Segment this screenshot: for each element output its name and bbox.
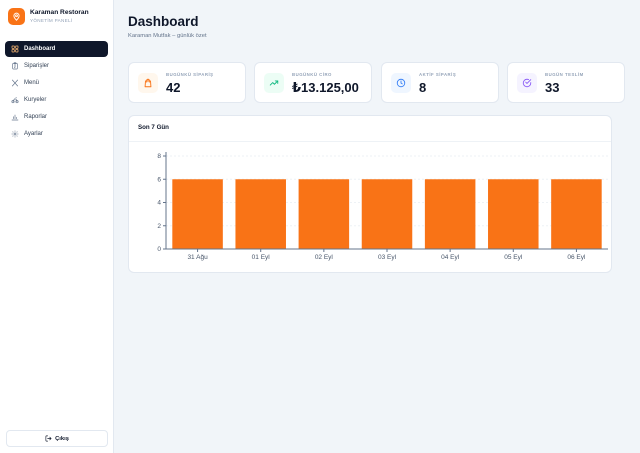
chart-card: Son 7 Gün 0 2 4 6 8 31 Ağu 01 Eyl 02 Eyl 03 Eyl 0…: [128, 115, 612, 273]
page-title: Dashboard: [128, 14, 199, 29]
chart-bar: [424, 179, 476, 249]
stat-label: AKTİF SİPARİŞ: [419, 72, 457, 77]
sidebar-item-label: Raporlar: [24, 114, 48, 120]
main-content: Dashboard Karaman Mutfak – günlük özet B…: [114, 0, 640, 453]
stat-card-delivered: BUGÜN TESLİM 33: [507, 62, 625, 103]
stat-value: 33: [545, 80, 560, 95]
shopping-bag-icon: [138, 73, 158, 93]
stat-card-active-orders: AKTİF SİPARİŞ 8: [381, 62, 499, 103]
brand-name: Karaman Restoran: [30, 9, 89, 16]
gear-icon: [10, 130, 19, 139]
brand[interactable]: Karaman Restoran YÖNETİM PANELİ: [8, 8, 89, 25]
chart-bar: [488, 179, 539, 249]
chart-bar: [551, 179, 602, 249]
page-subtitle: Karaman Mutfak – günlük özet: [128, 33, 207, 39]
bike-icon: [10, 96, 19, 105]
bar-chart: 0 2 4 6 8 31 Ağu 01 Eyl 02 Eyl 03 Eyl 04 Eyl 05 Ey…: [157, 152, 608, 261]
location-pin-icon: [8, 8, 25, 25]
y-tick-label: 8: [157, 153, 161, 160]
trending-up-icon: [264, 73, 284, 93]
logout-icon: [45, 435, 52, 442]
stat-value: ₺13.125,00: [292, 80, 359, 95]
stat-label: BUGÜNKÜ SİPARİŞ: [166, 72, 214, 77]
clock-icon: [391, 73, 411, 93]
sidebar-item-reports[interactable]: Raporlar: [5, 109, 108, 125]
logout-label: Çıkış: [55, 435, 69, 442]
logout-button[interactable]: Çıkış: [6, 430, 108, 447]
stat-card-revenue: BUGÜNKÜ CİRO ₺13.125,00: [254, 62, 372, 103]
sidebar-nav: Dashboard Siparişler Menü Kuryeler Rapor…: [5, 41, 108, 143]
stat-value: 42: [166, 80, 181, 95]
sidebar-item-label: Siparişler: [24, 63, 50, 69]
check-circle-icon: [517, 73, 537, 93]
chart-bar: [298, 179, 350, 249]
brand-subtitle: YÖNETİM PANELİ: [30, 18, 73, 23]
sidebar-item-label: Kuryeler: [24, 97, 47, 103]
y-tick-label: 6: [157, 176, 161, 183]
chart-bar: [361, 179, 413, 249]
utensils-icon: [10, 79, 19, 88]
x-tick-label: 06 Eyl: [567, 254, 586, 261]
sidebar-item-couriers[interactable]: Kuryeler: [5, 92, 108, 108]
grid-icon: [10, 45, 19, 54]
sidebar-item-orders[interactable]: Siparişler: [5, 58, 108, 74]
sidebar-item-menu[interactable]: Menü: [5, 75, 108, 91]
sidebar-item-label: Dashboard: [24, 46, 56, 52]
y-tick-label: 2: [157, 223, 161, 230]
sidebar-item-settings[interactable]: Ayarlar: [5, 126, 108, 142]
stat-label: BUGÜNKÜ CİRO: [292, 72, 332, 77]
sidebar-item-label: Ayarlar: [24, 131, 43, 137]
x-tick-label: 04 Eyl: [441, 254, 460, 261]
stat-card-orders: BUGÜNKÜ SİPARİŞ 42: [128, 62, 246, 103]
x-tick-label: 01 Eyl: [252, 254, 271, 261]
x-tick-label: 03 Eyl: [378, 254, 397, 261]
y-tick-label: 0: [157, 246, 161, 253]
sidebar: Karaman Restoran YÖNETİM PANELİ Dashboar…: [0, 0, 114, 453]
x-tick-label: 05 Eyl: [504, 254, 523, 261]
chart-bar: [172, 179, 223, 249]
y-tick-label: 4: [157, 200, 161, 207]
x-tick-label: 02 Eyl: [315, 254, 334, 261]
stat-value: 8: [419, 80, 427, 95]
bar-chart-icon: [10, 113, 19, 122]
stat-label: BUGÜN TESLİM: [545, 72, 584, 77]
sidebar-item-label: Menü: [24, 80, 40, 86]
chart-bar: [235, 179, 286, 249]
x-tick-label: 31 Ağu: [187, 254, 208, 261]
sidebar-item-dashboard[interactable]: Dashboard: [5, 41, 108, 57]
clipboard-icon: [10, 62, 19, 71]
